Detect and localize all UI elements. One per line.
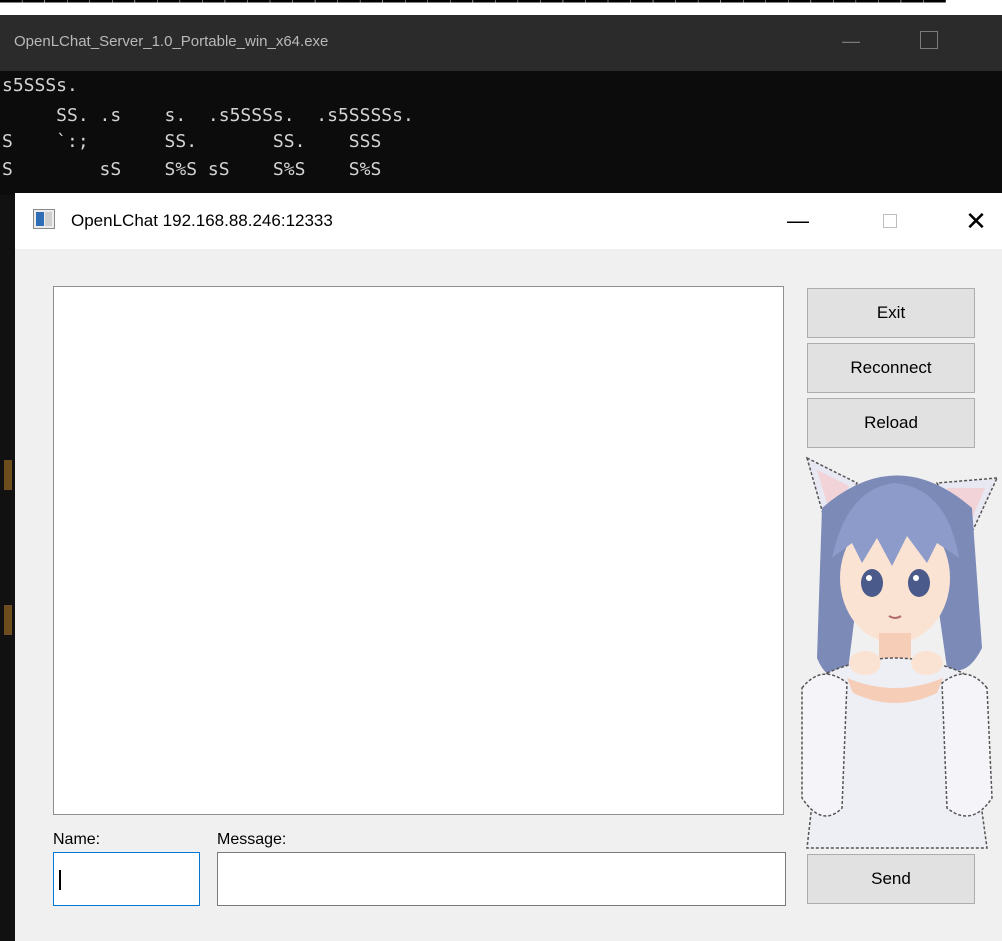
reconnect-button[interactable]: Reconnect: [807, 343, 975, 393]
console-output: s5SSSs. SS. .s s. .s5SSSs. .s5SSSSs. S `…: [0, 71, 1002, 195]
console-line: S `:; SS. SS. SSS: [2, 131, 382, 152]
background-window-top: ▀▀▀▀▀▀▀▀▀▀▀▀▀▀▀▀▀▀▀▀▀▀▀▀▀▀▀▀▀▀▀▀▀▀▀▀▀▀▀▀…: [0, 0, 1002, 15]
minimize-button[interactable]: —: [775, 201, 821, 241]
name-label: Name:: [53, 831, 101, 848]
console-minimize-button[interactable]: —: [842, 31, 860, 52]
chat-window: OpenLChat 192.168.88.246:12333 — ✕ Exit …: [15, 193, 1002, 941]
name-input-focus: [53, 852, 200, 906]
console-maximize-button[interactable]: [920, 31, 938, 49]
console-line: s5SSSs.: [2, 75, 78, 96]
app-icon: [33, 209, 55, 229]
window-title: OpenLChat 192.168.88.246:12333: [71, 211, 333, 230]
chat-titlebar[interactable]: OpenLChat 192.168.88.246:12333 — ✕: [15, 193, 1002, 249]
message-input[interactable]: [217, 852, 786, 906]
maximize-icon: [883, 214, 897, 228]
exit-button[interactable]: Exit: [807, 288, 975, 338]
text-caret: [59, 870, 61, 890]
maximize-button[interactable]: [867, 201, 913, 241]
message-label: Message:: [217, 831, 287, 848]
send-button[interactable]: Send: [807, 854, 975, 904]
desktop-mark: [4, 605, 12, 635]
mascot-image: [801, 456, 999, 849]
background-window-top-text: ▀▀▀▀▀▀▀▀▀▀▀▀▀▀▀▀▀▀▀▀▀▀▀▀▀▀▀▀▀▀▀▀▀▀▀▀▀▀▀▀…: [0, 0, 946, 15]
reload-button[interactable]: Reload: [807, 398, 975, 448]
console-titlebar[interactable]: OpenLChat_Server_1.0_Portable_win_x64.ex…: [0, 15, 1002, 71]
desktop-mark: [4, 460, 12, 490]
console-line: S sS S%S sS S%S S%S: [2, 159, 382, 180]
console-title: OpenLChat_Server_1.0_Portable_win_x64.ex…: [14, 33, 329, 50]
console-line: SS. .s s. .s5SSSs. .s5SSSSs.: [2, 105, 414, 126]
chat-log[interactable]: [53, 286, 784, 815]
console-window: OpenLChat_Server_1.0_Portable_win_x64.ex…: [0, 15, 1002, 195]
close-button[interactable]: ✕: [953, 201, 999, 241]
